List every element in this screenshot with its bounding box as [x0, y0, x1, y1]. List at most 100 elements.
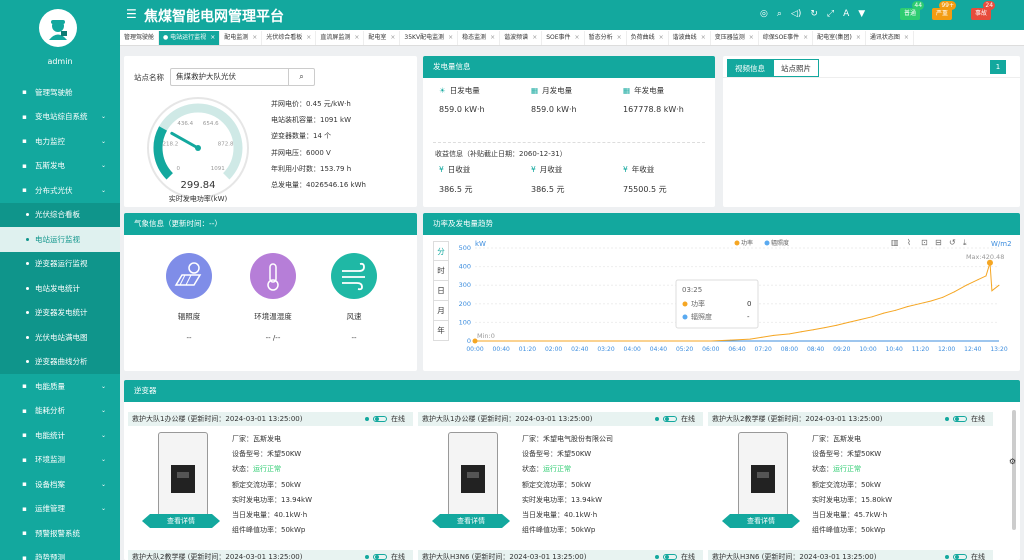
close-icon[interactable]: × [210, 34, 215, 41]
sidebar-item-3[interactable]: ▪ 瓦斯发电 ⌄ [0, 154, 120, 179]
tab-13[interactable]: 变压器监测 × [711, 30, 759, 45]
status-toggle[interactable] [953, 416, 967, 422]
tab-10[interactable]: 暂态分析 × [585, 30, 627, 45]
weather-wind: 风速 -- [329, 253, 379, 342]
day-gen-label: ☀ 日发电量 [439, 86, 480, 95]
sidebar-item-16[interactable]: ▪ 设备档案 ⌄ [0, 472, 120, 497]
close-icon[interactable]: × [306, 34, 311, 41]
alert-serious-badge[interactable]: 严重 99+ [932, 1, 957, 20]
sidebar-item-5[interactable]: 光伏综合看板 [0, 202, 120, 227]
search-icon[interactable]: ⌕ [288, 69, 314, 85]
page-button[interactable]: 1 [990, 60, 1006, 74]
sidebar-item-label: 设备档案 [35, 479, 65, 489]
sidebar-item-label: 逆变器运行监视 [35, 259, 88, 269]
font-size-icon[interactable]: A [843, 9, 849, 19]
range-month[interactable]: 月 [433, 301, 449, 321]
close-icon[interactable]: × [856, 34, 861, 41]
sound-icon[interactable]: ◁) [791, 9, 801, 19]
tab-1[interactable]: ● 电站运行监视 × [159, 30, 221, 45]
range-year[interactable]: 年 [433, 321, 449, 341]
y-unit-right: W/m2 [991, 240, 1012, 248]
sidebar-item-8[interactable]: 电站发电统计 [0, 276, 120, 301]
refresh-icon[interactable]: ↻ [810, 9, 818, 19]
theme-icon[interactable]: ▼ [858, 9, 865, 19]
close-icon[interactable]: × [448, 34, 453, 41]
sidebar-item-6[interactable]: 电站运行监视 [0, 227, 120, 252]
gauge-tick-label: 654.6 [203, 121, 219, 127]
close-icon[interactable]: × [252, 34, 257, 41]
view-details-button[interactable]: 查看详情 [432, 514, 510, 528]
user-avatar[interactable] [39, 9, 77, 47]
sidebar-item-2[interactable]: ▪ 电力监控 ⌄ [0, 129, 120, 154]
sidebar-item-7[interactable]: 逆变器运行监视 [0, 251, 120, 276]
tab-photos[interactable]: 站点照片 [773, 59, 819, 77]
search-icon[interactable]: ⌕ [777, 9, 782, 19]
wind-icon [331, 253, 377, 299]
tab-4[interactable]: 直流屏监测 × [316, 30, 365, 45]
range-day[interactable]: 日 [433, 281, 449, 301]
tab-16[interactable]: 通讯状态图 × [866, 30, 914, 45]
menu-toggle-icon[interactable]: ☰ [126, 7, 137, 21]
tab-video[interactable]: 视频信息 [727, 59, 773, 77]
sidebar-item-13[interactable]: ▪ 能耗分析 ⌄ [0, 399, 120, 424]
station-select[interactable]: 焦煤救护大队光伏 ⌕ [170, 68, 315, 86]
x-tick-label: 02:40 [571, 346, 588, 353]
sidebar-item-9[interactable]: 逆变器发电统计 [0, 300, 120, 325]
close-icon[interactable]: × [659, 34, 664, 41]
tab-15[interactable]: 配电室(集团) × [813, 30, 866, 45]
sidebar-item-17[interactable]: ▪ 运维管理 ⌄ [0, 497, 120, 522]
legend-label: 功率 [741, 239, 753, 247]
tab-14[interactable]: 综保SOE事件 × [759, 30, 814, 45]
fullscreen-icon[interactable]: ⤢ [827, 9, 834, 19]
tab-9[interactable]: SOE事件 × [542, 30, 585, 45]
close-icon[interactable]: × [904, 34, 909, 41]
inverter-card: 救护大队2教学楼 (更新时间：2024-03-01 13:25:00) 在线 查… [708, 412, 993, 542]
sidebar: admin ▪ 管理驾驶舱 ▪ 变电站综自系统 ⌄ ▪ 电力监控 ⌄ ▪ 瓦斯发电 ⌄ ▪ 分布式光伏 ⌄… [0, 0, 120, 560]
alert-normal-badge[interactable]: 普通 44 [900, 1, 925, 20]
sidebar-item-4[interactable]: ▪ 分布式光伏 ⌄ [0, 178, 120, 203]
tab-6[interactable]: 35KV配电监测 × [400, 30, 459, 45]
stats-icon: ▪ [22, 431, 27, 440]
tab-12[interactable]: 谐波曲线 × [669, 30, 711, 45]
alert-accident-badge[interactable]: 事故 24 [971, 1, 996, 20]
support-icon[interactable]: ◎ [760, 9, 768, 19]
close-icon[interactable]: × [701, 34, 706, 41]
view-details-button[interactable]: 查看详情 [142, 514, 220, 528]
tab-7[interactable]: 稳态监测 × [458, 30, 501, 45]
status-toggle[interactable] [373, 416, 387, 422]
tab-11[interactable]: 负荷曲线 × [627, 30, 669, 45]
close-icon[interactable]: × [575, 34, 580, 41]
close-icon[interactable]: × [803, 34, 808, 41]
sidebar-item-14[interactable]: ▪ 电能统计 ⌄ [0, 423, 120, 448]
sidebar-item-11[interactable]: 逆变器曲线分析 [0, 349, 120, 374]
settings-icon[interactable]: ⚙ [1009, 457, 1016, 466]
close-icon[interactable]: × [617, 34, 622, 41]
view-details-button[interactable]: 查看详情 [722, 514, 800, 528]
data-point [761, 336, 763, 338]
tab-5[interactable]: 配电室 × [364, 30, 401, 45]
sidebar-item-18[interactable]: ▪ 预警报警系统 [0, 521, 120, 546]
sidebar-item-10[interactable]: 光伏电站满电图 [0, 325, 120, 350]
close-icon[interactable]: × [532, 34, 537, 41]
range-minute[interactable]: 分 [433, 241, 449, 261]
sidebar-item-0[interactable]: ▪ 管理驾驶舱 [0, 80, 120, 105]
scrollbar[interactable] [1012, 410, 1016, 530]
tab-0[interactable]: 管理驾驶舱 [120, 30, 160, 45]
tab-8[interactable]: 谐波频谱 × [500, 30, 543, 45]
close-icon[interactable]: × [490, 34, 495, 41]
close-icon[interactable]: × [354, 34, 359, 41]
range-hour[interactable]: 时 [433, 261, 449, 281]
station-panel: 站点名称 焦煤救护大队光伏 ⌕ 0 218.2 436.4 654.6 872.8 1091… [124, 56, 417, 207]
tab-3[interactable]: 光伏综合看板 × [262, 30, 317, 45]
info-voltage: 并网电压：6000 V [271, 148, 331, 157]
tab-2[interactable]: 配电监测 × [220, 30, 263, 45]
close-icon[interactable]: × [749, 34, 754, 41]
sidebar-item-label: 电站发电统计 [35, 283, 80, 293]
sidebar-item-15[interactable]: ▪ 环境监测 ⌄ [0, 448, 120, 473]
sidebar-item-19[interactable]: ▪ 趋势预测 [0, 546, 120, 560]
status-toggle[interactable] [663, 416, 677, 422]
day-gen-value: 859.0 kW·h [439, 105, 485, 114]
close-icon[interactable]: × [390, 34, 395, 41]
sidebar-item-12[interactable]: ▪ 电能质量 ⌄ [0, 374, 120, 399]
sidebar-item-1[interactable]: ▪ 变电站综自系统 ⌄ [0, 105, 120, 130]
